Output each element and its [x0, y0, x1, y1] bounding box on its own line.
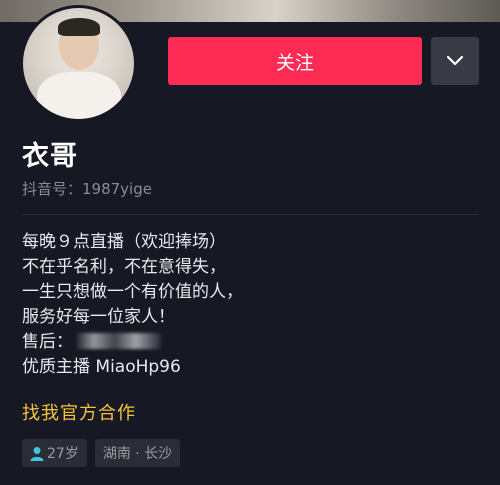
- follow-button[interactable]: 关注: [168, 37, 422, 85]
- avatar-image: [23, 8, 134, 119]
- profile-tags: 27岁 湖南 · 长沙: [22, 439, 181, 467]
- bio: 每晚９点直播（欢迎捧场） 不在乎名利，不在意得失， 一生只想做一个有价值的人， …: [22, 230, 482, 380]
- chevron-down-icon: [446, 55, 464, 66]
- person-icon: [30, 446, 44, 461]
- bio-line: 一生只想做一个有价值的人，: [22, 282, 243, 302]
- redacted-contact: [77, 333, 161, 349]
- after-sales-label: 售后：: [22, 332, 73, 352]
- divider: [22, 214, 478, 215]
- after-sales-line: 售后：: [22, 330, 482, 355]
- age-tag: 27岁: [22, 439, 87, 467]
- bio-line: 不在乎名利，不在意得失，: [22, 257, 226, 277]
- location-tag: 湖南 · 长沙: [94, 439, 181, 467]
- username: 衣哥: [22, 141, 78, 172]
- avatar[interactable]: [20, 5, 137, 122]
- more-button[interactable]: [431, 37, 479, 85]
- age-value: 27岁: [47, 446, 79, 462]
- official-collab-link[interactable]: 找我官方合作: [22, 399, 136, 425]
- bio-line: 优质主播 MiaoHp96: [22, 357, 181, 377]
- bio-line: 服务好每一位家人！: [22, 307, 175, 327]
- profile-page: 关注 衣哥 抖音号：1987yige 每晚９点直播（欢迎捧场） 不在乎名利，不在…: [0, 0, 500, 485]
- douyin-id: 抖音号：1987yige: [22, 180, 152, 198]
- bio-line: 每晚９点直播（欢迎捧场）: [22, 232, 226, 252]
